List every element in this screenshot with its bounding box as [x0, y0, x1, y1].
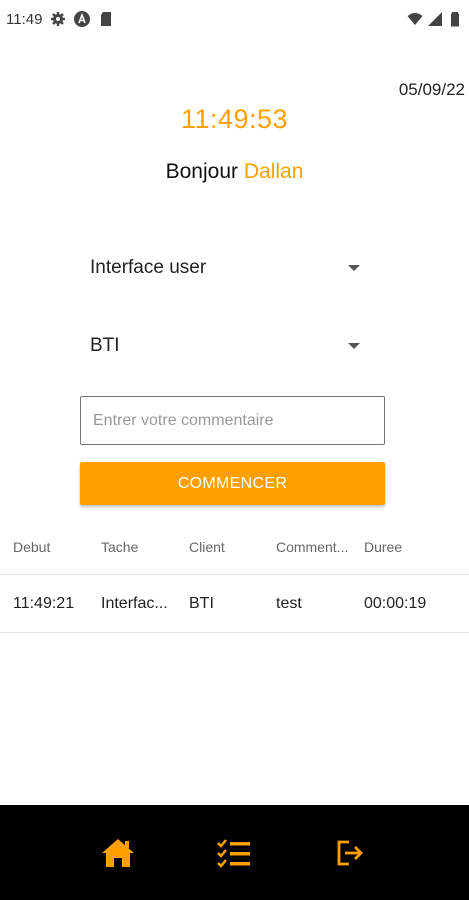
- signal-icon: [427, 11, 443, 27]
- user-name: Dallan: [243, 160, 304, 183]
- status-time: 11:49: [6, 10, 43, 28]
- status-bar: 11:49: [0, 0, 469, 38]
- cell-tache: Interfac...: [101, 594, 168, 612]
- column-header-commentaire[interactable]: Comment...: [263, 539, 351, 555]
- sd-card-icon: [98, 11, 114, 27]
- greeting: Bonjour Dallan: [0, 160, 469, 184]
- column-header-debut[interactable]: Debut: [0, 539, 88, 555]
- logout-icon: [337, 840, 363, 865]
- battery-icon: [447, 11, 463, 27]
- current-time-clock: 11:49:53: [180, 104, 289, 134]
- wifi-icon: [407, 11, 423, 27]
- column-header-tache[interactable]: Tache: [88, 539, 176, 555]
- status-left: 11:49: [6, 11, 114, 28]
- nav-logout-button[interactable]: [329, 831, 373, 875]
- home-icon: [102, 838, 135, 867]
- task-select[interactable]: Interface user: [80, 248, 370, 288]
- comment-input[interactable]: [80, 396, 385, 445]
- cell-commentaire: test: [276, 594, 302, 612]
- table-row[interactable]: 11:49:21 Interfac... BTI test 00:00:19: [0, 575, 469, 633]
- gear-icon: [50, 11, 66, 27]
- time-entries-table: Debut Tache Client Comment... Duree 11:4…: [0, 520, 469, 633]
- status-right: [407, 11, 463, 27]
- greeting-prefix: Bonjour: [165, 160, 238, 183]
- cell-debut: 11:49:21: [13, 594, 75, 612]
- column-header-client[interactable]: Client: [176, 539, 263, 555]
- a-icon: [74, 11, 91, 27]
- nav-tasks-button[interactable]: [212, 831, 256, 875]
- current-date: 05/09/22: [398, 80, 465, 99]
- task-select-value: Interface user: [90, 257, 207, 278]
- client-select-value: BTI: [90, 335, 120, 356]
- table-header: Debut Tache Client Comment... Duree: [0, 520, 469, 575]
- dropdown-arrow-icon: [348, 265, 360, 271]
- start-button[interactable]: COMMENCER: [80, 462, 385, 505]
- column-header-duree[interactable]: Duree: [351, 539, 469, 555]
- tasks-list-icon: [217, 838, 251, 868]
- cell-client: BTI: [189, 594, 214, 612]
- client-select[interactable]: BTI: [80, 326, 370, 366]
- dropdown-arrow-icon: [348, 343, 360, 349]
- cell-duree: 00:00:19: [364, 594, 427, 612]
- bottom-navigation: [0, 805, 469, 900]
- nav-home-button[interactable]: [96, 831, 140, 875]
